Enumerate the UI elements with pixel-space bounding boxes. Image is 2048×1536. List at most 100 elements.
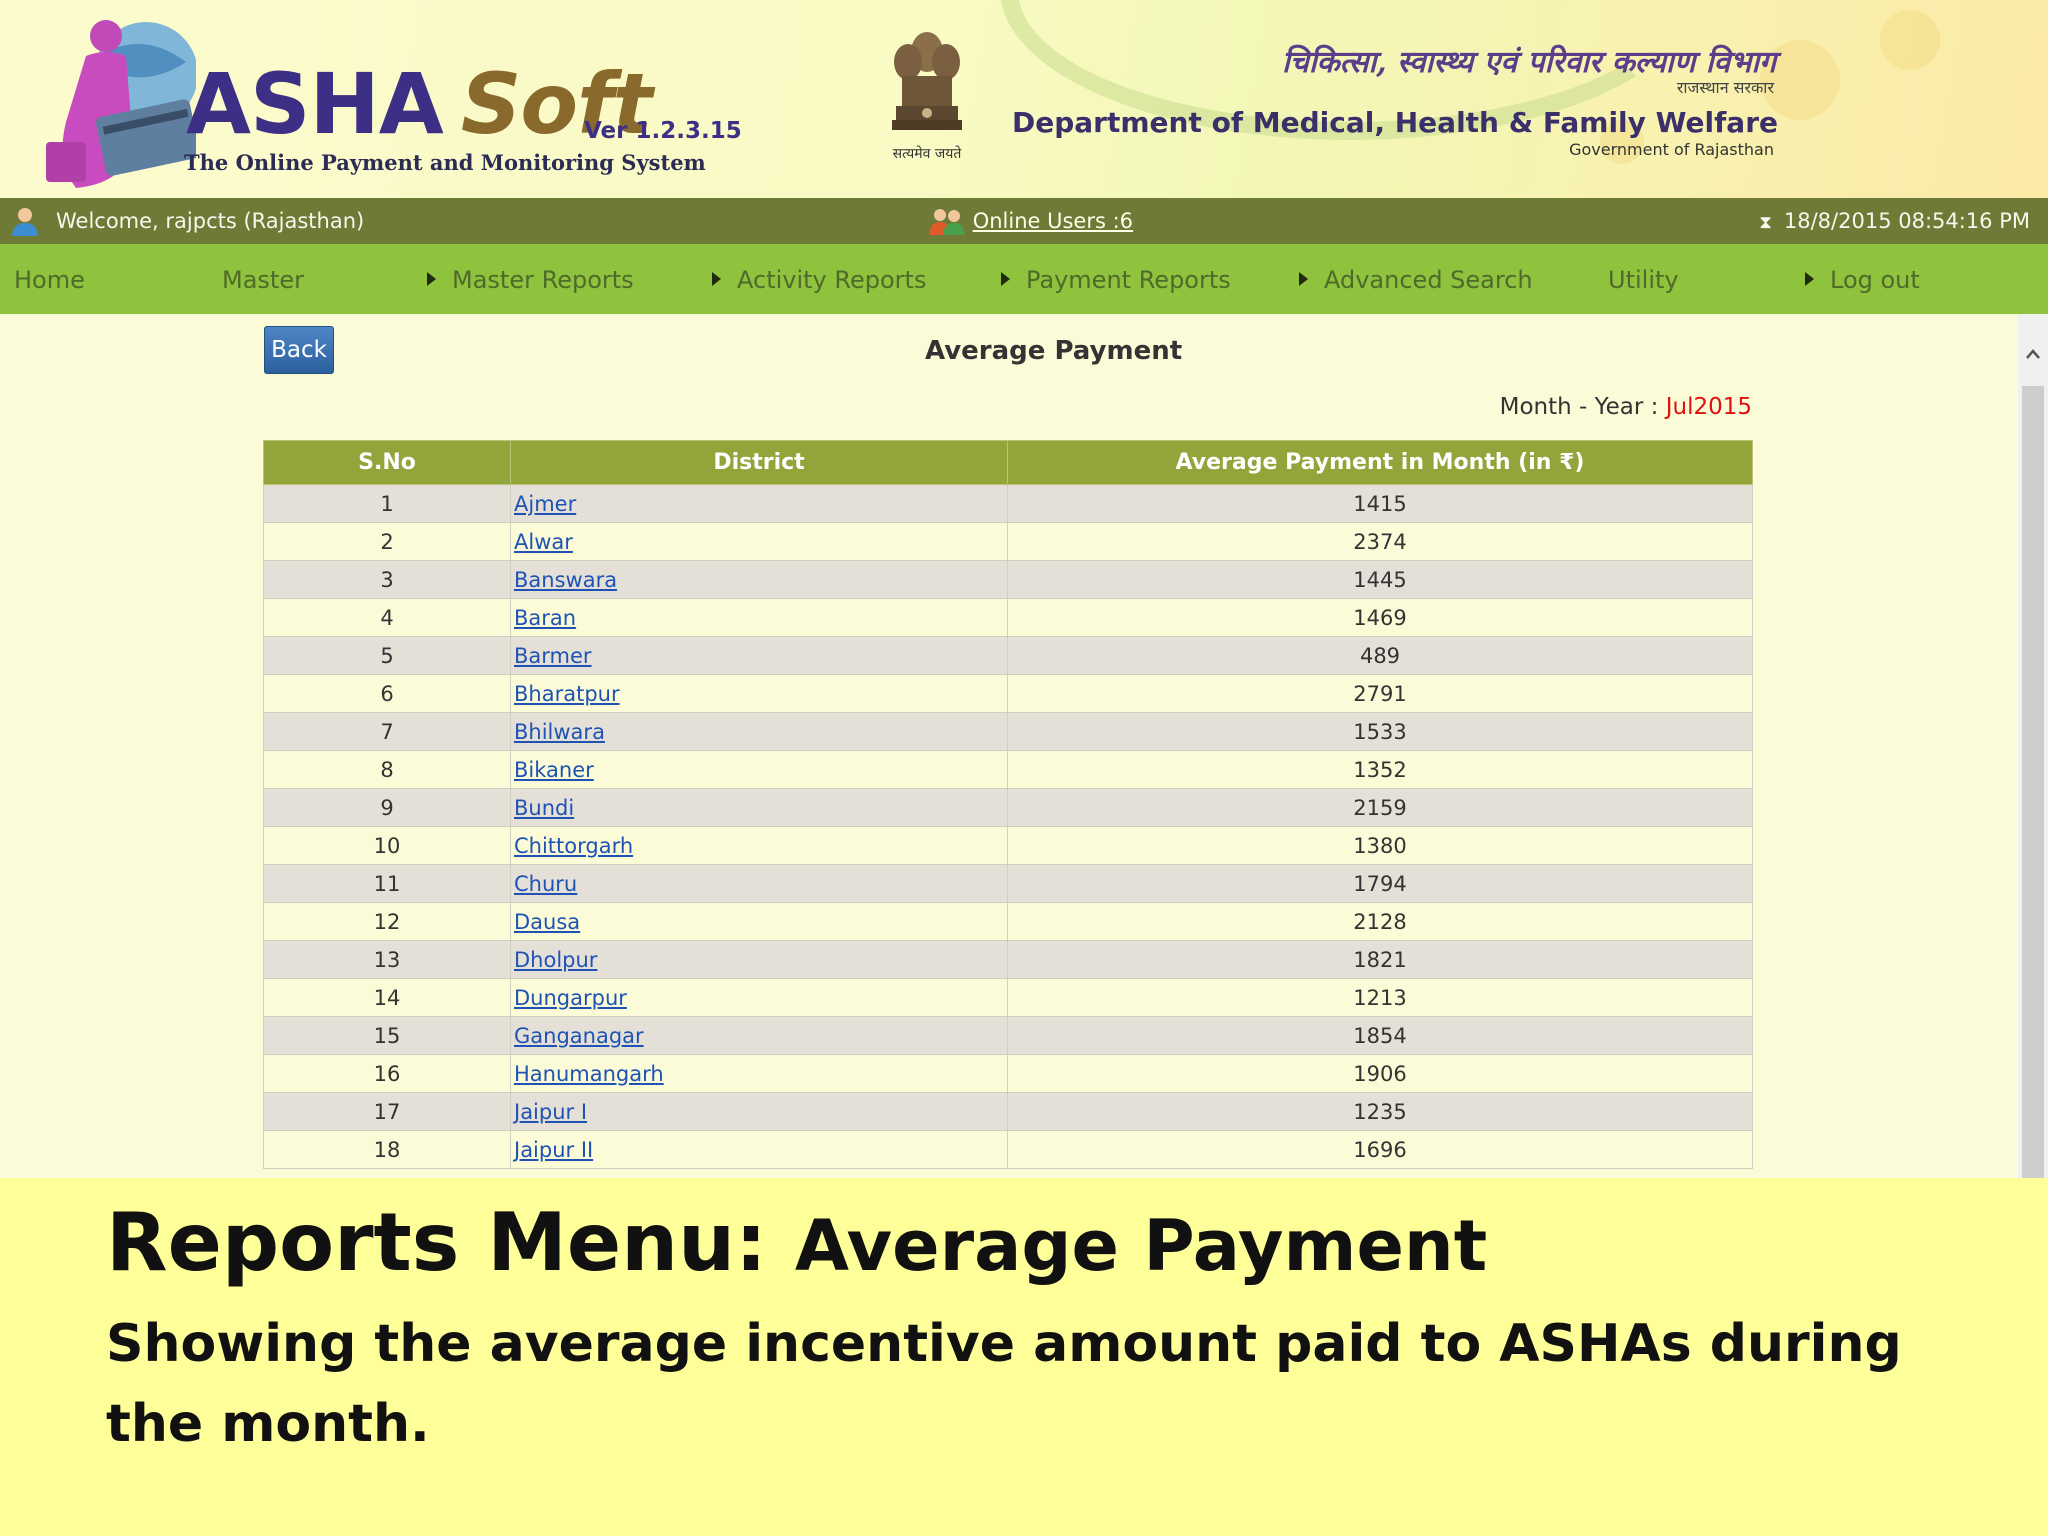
month-year-label: Month - Year : bbox=[1499, 394, 1659, 420]
table-row: 13 Dholpur 1821 bbox=[263, 940, 1753, 979]
state-name-hindi: राजस्थान सरकार bbox=[1676, 78, 1774, 97]
nav-payment-reports[interactable]: Payment Reports bbox=[1001, 266, 1231, 294]
district-link[interactable]: Churu bbox=[514, 872, 577, 896]
cell-average-payment: 1854 bbox=[1007, 1016, 1753, 1055]
cell-average-payment: 1469 bbox=[1007, 598, 1753, 637]
table-row: 6 Bharatpur 2791 bbox=[263, 674, 1753, 713]
cell-average-payment: 1352 bbox=[1007, 750, 1753, 789]
cell-average-payment: 1235 bbox=[1007, 1092, 1753, 1131]
district-link[interactable]: Dungarpur bbox=[514, 986, 627, 1010]
datetime-value: 18/8/2015 08:54:16 PM bbox=[1783, 209, 2030, 233]
table-body: 1 Ajmer 1415 2 Alwar 2374 3 Banswara 1445 4 Baran 1… bbox=[263, 484, 1753, 1169]
cell-district: Baran bbox=[510, 598, 1008, 637]
column-header-sno: S.No bbox=[263, 440, 511, 485]
district-link[interactable]: Dholpur bbox=[514, 948, 597, 972]
status-bar: Welcome, rajpcts (Rajasthan) Online User… bbox=[0, 198, 2048, 244]
district-link[interactable]: Alwar bbox=[514, 530, 573, 554]
table-row: 1 Ajmer 1415 bbox=[263, 484, 1753, 523]
cell-sno: 11 bbox=[263, 864, 511, 903]
cell-district: Jaipur I bbox=[510, 1092, 1008, 1131]
cell-district: Bikaner bbox=[510, 750, 1008, 789]
department-name: Department of Medical, Health & Family W… bbox=[1012, 106, 1778, 139]
department-name-hindi: चिकित्सा, स्वास्थ्य एवं परिवार कल्याण वि… bbox=[1282, 45, 1776, 80]
cell-district: Barmer bbox=[510, 636, 1008, 675]
main-nav: Home Master Master Reports Activity Repo… bbox=[0, 244, 2048, 314]
table-row: 16 Hanumangarh 1906 bbox=[263, 1054, 1753, 1093]
cell-district: Churu bbox=[510, 864, 1008, 903]
district-link[interactable]: Baran bbox=[514, 606, 576, 630]
district-link[interactable]: Bharatpur bbox=[514, 682, 620, 706]
hourglass-icon: ⧗ bbox=[1759, 212, 1772, 233]
cell-sno: 14 bbox=[263, 978, 511, 1017]
district-link[interactable]: Bundi bbox=[514, 796, 574, 820]
cell-sno: 7 bbox=[263, 712, 511, 751]
nav-activity-reports[interactable]: Activity Reports bbox=[712, 266, 926, 294]
district-link[interactable]: Jaipur II bbox=[514, 1138, 593, 1162]
month-year-filter: Month - Year : Jul2015 bbox=[1500, 394, 1752, 420]
table-row: 14 Dungarpur 1213 bbox=[263, 978, 1753, 1017]
table-row: 12 Dausa 2128 bbox=[263, 902, 1753, 941]
nav-logout[interactable]: Log out bbox=[1805, 266, 1920, 294]
table-header-row: S.No District Average Payment in Month (… bbox=[263, 440, 1753, 485]
cell-average-payment: 1696 bbox=[1007, 1130, 1753, 1169]
scroll-up-arrow-icon[interactable] bbox=[2024, 346, 2042, 364]
cell-district: Alwar bbox=[510, 522, 1008, 561]
nav-home[interactable]: Home bbox=[14, 266, 85, 294]
cell-district: Hanumangarh bbox=[510, 1054, 1008, 1093]
submenu-arrow-icon bbox=[712, 272, 721, 286]
caption-description: Showing the average incentive amount pai… bbox=[106, 1314, 1902, 1454]
column-header-average-payment: Average Payment in Month (in ₹) bbox=[1007, 440, 1753, 485]
nav-advanced-search[interactable]: Advanced Search bbox=[1299, 266, 1533, 294]
table-row: 2 Alwar 2374 bbox=[263, 522, 1753, 561]
app-version: Ver 1.2.3.15 bbox=[584, 118, 742, 144]
online-users[interactable]: Online Users :6 bbox=[928, 207, 1133, 235]
cell-sno: 4 bbox=[263, 598, 511, 637]
table-row: 3 Banswara 1445 bbox=[263, 560, 1753, 599]
banner-decoration bbox=[1662, 0, 2048, 198]
cell-district: Bundi bbox=[510, 788, 1008, 827]
scrollbar-thumb[interactable] bbox=[2022, 386, 2044, 1178]
submenu-arrow-icon bbox=[427, 272, 436, 286]
district-link[interactable]: Bikaner bbox=[514, 758, 594, 782]
nav-master-reports[interactable]: Master Reports bbox=[427, 266, 634, 294]
table-row: 15 Ganganagar 1854 bbox=[263, 1016, 1753, 1055]
back-button[interactable]: Back bbox=[264, 326, 334, 374]
cell-district: Ganganagar bbox=[510, 1016, 1008, 1055]
cell-average-payment: 1906 bbox=[1007, 1054, 1753, 1093]
cell-average-payment: 1213 bbox=[1007, 978, 1753, 1017]
cell-average-payment: 1821 bbox=[1007, 940, 1753, 979]
table-row: 8 Bikaner 1352 bbox=[263, 750, 1753, 789]
district-link[interactable]: Banswara bbox=[514, 568, 617, 592]
cell-sno: 9 bbox=[263, 788, 511, 827]
district-link[interactable]: Chittorgarh bbox=[514, 834, 633, 858]
district-link[interactable]: Ajmer bbox=[514, 492, 576, 516]
district-link[interactable]: Ganganagar bbox=[514, 1024, 644, 1048]
banner-decoration bbox=[1880, 10, 1940, 70]
nav-utility[interactable]: Utility bbox=[1608, 266, 1679, 294]
submenu-arrow-icon bbox=[1001, 272, 1010, 286]
datetime: ⧗ 18/8/2015 08:54:16 PM bbox=[1759, 209, 2030, 233]
online-users-link[interactable]: Online Users :6 bbox=[973, 209, 1133, 233]
column-header-district: District bbox=[510, 440, 1008, 485]
cell-sno: 10 bbox=[263, 826, 511, 865]
table-row: 9 Bundi 2159 bbox=[263, 788, 1753, 827]
cell-sno: 17 bbox=[263, 1092, 511, 1131]
state-emblem-icon bbox=[892, 32, 962, 130]
cell-sno: 15 bbox=[263, 1016, 511, 1055]
nav-master[interactable]: Master bbox=[222, 266, 304, 294]
district-link[interactable]: Hanumangarh bbox=[514, 1062, 664, 1086]
district-link[interactable]: Barmer bbox=[514, 644, 592, 668]
cell-district: Dungarpur bbox=[510, 978, 1008, 1017]
cell-district: Ajmer bbox=[510, 484, 1008, 523]
cell-average-payment: 2791 bbox=[1007, 674, 1753, 713]
cell-average-payment: 1445 bbox=[1007, 560, 1753, 599]
cell-sno: 16 bbox=[263, 1054, 511, 1093]
cell-sno: 2 bbox=[263, 522, 511, 561]
district-link[interactable]: Dausa bbox=[514, 910, 580, 934]
cell-district: Chittorgarh bbox=[510, 826, 1008, 865]
cell-average-payment: 1380 bbox=[1007, 826, 1753, 865]
district-link[interactable]: Bhilwara bbox=[514, 720, 605, 744]
cell-sno: 5 bbox=[263, 636, 511, 675]
district-link[interactable]: Jaipur I bbox=[514, 1100, 587, 1124]
online-users-icon bbox=[929, 209, 965, 235]
